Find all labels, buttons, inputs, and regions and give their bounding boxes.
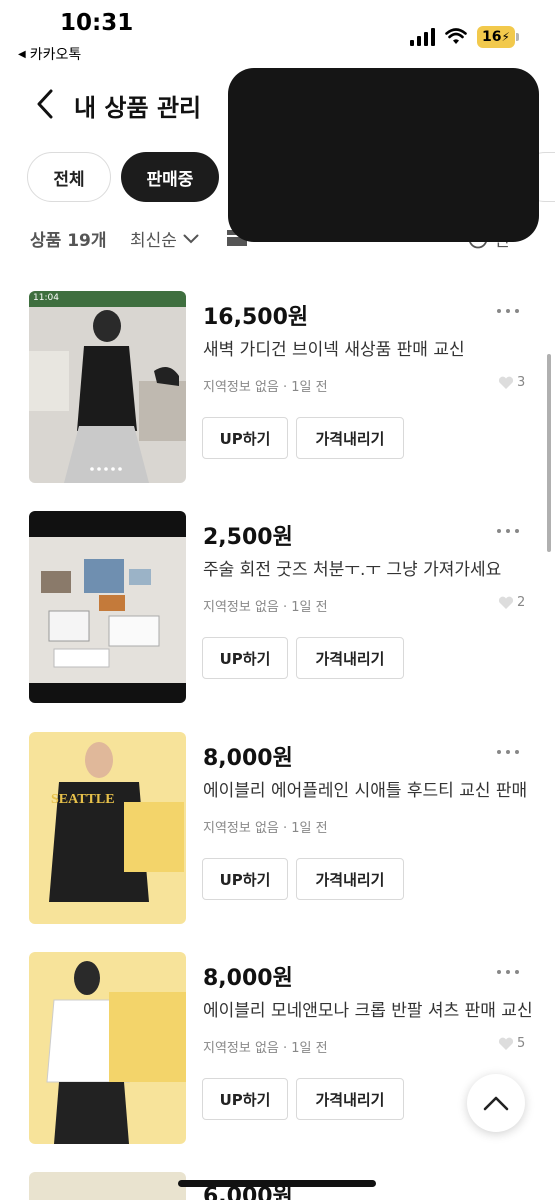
product-meta: 지역정보 없음 · 1일 전 xyxy=(203,380,328,395)
more-dots-icon[interactable] xyxy=(497,750,519,754)
lower-price-button[interactable]: 가격내리기 xyxy=(296,858,404,900)
scroll-to-top-button[interactable] xyxy=(467,1074,525,1132)
filter-chip-all[interactable]: 전체 xyxy=(27,152,111,202)
product-item[interactable]: SEATTLE 8,000원 에이블리 에어플레인 시애틀 후드티 교신 판매 … xyxy=(0,732,555,932)
arrow-up-icon xyxy=(483,1096,509,1111)
product-price: 8,000원 xyxy=(203,746,293,771)
battery-icon: 16 ⚡ xyxy=(477,26,519,48)
product-price: 8,000원 xyxy=(203,966,293,991)
product-item[interactable]: 2,500원 주술 회전 굿즈 처분ㅜ.ㅜ 그냥 가져가세요 지역정보 없음 ·… xyxy=(0,511,555,711)
page-title: 내 상품 관리 xyxy=(74,94,202,122)
product-price: 2,500원 xyxy=(203,525,293,550)
like-count: 3 xyxy=(498,375,525,390)
product-thumbnail[interactable] xyxy=(29,511,186,703)
heart-icon xyxy=(498,376,514,389)
status-bar: 10:31 ◀ 카카오톡 16 ⚡ xyxy=(0,0,555,70)
scrollbar[interactable] xyxy=(547,354,551,552)
product-count: 상품 19개 xyxy=(30,231,107,251)
chevron-down-icon xyxy=(183,234,199,243)
more-dots-icon[interactable] xyxy=(497,970,519,974)
product-meta: 지역정보 없음 · 1일 전 xyxy=(203,1041,328,1056)
heart-icon xyxy=(498,1037,514,1050)
like-count-value: 3 xyxy=(517,375,526,390)
product-meta: 지역정보 없음 · 1일 전 xyxy=(203,600,328,615)
product-title: 새벽 가디건 브이넥 새상품 판매 교신 xyxy=(203,340,465,360)
up-button[interactable]: UP하기 xyxy=(202,417,288,459)
sort-label: 최신순 xyxy=(130,231,177,251)
like-count-value: 5 xyxy=(517,1036,526,1051)
product-title: 에이블리 에어플레인 시애틀 후드티 교신 판매 xyxy=(203,781,528,801)
back-button[interactable] xyxy=(30,84,60,124)
redaction-overlay xyxy=(228,68,539,242)
product-item[interactable]: 8,000원 에이블리 모네앤모나 크롭 반팔 셔츠 판매 교신 지역정보 없음… xyxy=(0,952,555,1152)
status-time: 10:31 xyxy=(60,10,134,36)
battery-level: 16 xyxy=(482,29,502,45)
status-icons: 16 ⚡ xyxy=(410,26,519,48)
heart-icon xyxy=(498,596,514,609)
lower-price-button[interactable]: 가격내리기 xyxy=(296,1078,404,1120)
thumbnail-time: 11:04 xyxy=(33,293,59,303)
home-indicator xyxy=(178,1180,376,1187)
up-button[interactable]: UP하기 xyxy=(202,1078,288,1120)
sort-dropdown[interactable]: 최신순 xyxy=(130,226,199,251)
more-dots-icon[interactable] xyxy=(497,529,519,533)
back-to-app-link[interactable]: ◀ 카카오톡 xyxy=(18,44,81,64)
lower-price-button[interactable]: 가격내리기 xyxy=(296,637,404,679)
wifi-icon xyxy=(445,28,467,44)
up-button[interactable]: UP하기 xyxy=(202,637,288,679)
product-thumbnail[interactable]: SEATTLE xyxy=(29,732,186,924)
up-button[interactable]: UP하기 xyxy=(202,858,288,900)
product-title: 에이블리 모네앤모나 크롭 반팔 셔츠 판매 교신 xyxy=(203,1001,533,1021)
lower-price-button[interactable]: 가격내리기 xyxy=(296,417,404,459)
signal-icon xyxy=(410,28,435,46)
product-title: 주술 회전 굿즈 처분ㅜ.ㅜ 그냥 가져가세요 xyxy=(203,560,502,580)
product-thumbnail[interactable]: 11:04 xyxy=(29,291,186,483)
product-thumbnail[interactable] xyxy=(29,952,186,1144)
back-triangle-icon: ◀ xyxy=(18,48,26,60)
back-chevron-icon xyxy=(37,89,53,119)
product-price: 16,500원 xyxy=(203,305,309,330)
product-meta: 지역정보 없음 · 1일 전 xyxy=(203,821,328,836)
like-count-value: 2 xyxy=(517,595,526,610)
product-item[interactable]: 11:04 16,500원 새벽 가디건 브이넥 새상품 판매 교신 지역정보 … xyxy=(0,291,555,491)
product-thumbnail[interactable] xyxy=(29,1172,186,1200)
thumbnail-print: SEATTLE xyxy=(51,792,115,807)
like-count: 5 xyxy=(498,1036,525,1051)
back-app-label: 카카오톡 xyxy=(29,47,82,63)
filter-chip-selling[interactable]: 판매중 xyxy=(121,152,219,202)
more-dots-icon[interactable] xyxy=(497,309,519,313)
like-count: 2 xyxy=(498,595,525,610)
